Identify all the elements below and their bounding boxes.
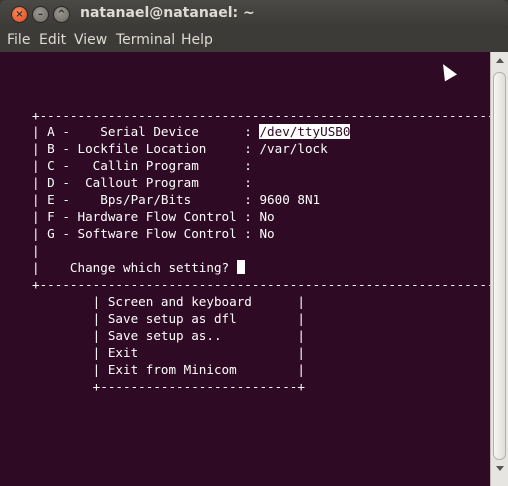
maximize-icon[interactable]: ^ bbox=[53, 6, 70, 23]
setting-callout-program: | D - Callout Program : bbox=[32, 175, 252, 190]
scroll-down-icon[interactable] bbox=[496, 466, 504, 471]
vertical-scrollbar[interactable] bbox=[490, 52, 508, 486]
setting-software-flow: | G - Software Flow Control : No bbox=[32, 226, 275, 241]
setting-serial-device: | A - Serial Device : /dev/ttyUSB0 bbox=[32, 123, 351, 140]
setting-bps-par-bits: | E - Bps/Par/Bits : 9600 8N1 bbox=[32, 192, 321, 207]
scroll-up-icon[interactable] bbox=[496, 58, 504, 63]
scrollbar-thumb[interactable] bbox=[493, 72, 506, 460]
change-setting-prompt[interactable]: | Change which setting? bbox=[32, 259, 245, 276]
menu-screen-keyboard[interactable]: | Screen and keyboard | bbox=[32, 293, 305, 310]
settings-blank-line: | bbox=[32, 243, 40, 258]
terminal-area[interactable]: +---------------------------------------… bbox=[2, 52, 508, 482]
menu-edit[interactable]: Edit bbox=[39, 32, 66, 48]
minimize-icon[interactable]: – bbox=[32, 6, 49, 23]
menu-bar: File Edit View Terminal Help bbox=[0, 28, 508, 52]
menu-bottom-border: +--------------------------+ bbox=[32, 379, 305, 394]
menu-terminal[interactable]: Terminal bbox=[116, 32, 175, 48]
window-title: natanael@natanael: ~ bbox=[80, 5, 255, 21]
serial-device-value: /dev/ttyUSB0 bbox=[259, 124, 351, 139]
close-icon[interactable]: × bbox=[11, 6, 28, 23]
settings-bottom-border: +---------------------------------------… bbox=[32, 277, 508, 292]
title-bar[interactable]: × – ^ natanael@natanael: ~ bbox=[0, 0, 508, 28]
menu-save-dfl[interactable]: | Save setup as dfl | bbox=[32, 310, 305, 327]
menu-view[interactable]: View bbox=[74, 32, 107, 48]
menu-exit-minicom[interactable]: | Exit from Minicom | bbox=[32, 361, 305, 378]
text-cursor bbox=[236, 260, 245, 274]
menu-help[interactable]: Help bbox=[181, 32, 213, 48]
setting-hardware-flow: | F - Hardware Flow Control : No bbox=[32, 209, 275, 224]
prompt-text: | Change which setting? bbox=[32, 260, 237, 275]
setting-lockfile-location: | B - Lockfile Location : /var/lock bbox=[32, 141, 328, 156]
setting-callin-program: | C - Callin Program : bbox=[32, 158, 252, 173]
menu-save-as[interactable]: | Save setup as.. | bbox=[32, 327, 305, 344]
terminal-window: × – ^ natanael@natanael: ~ File Edit Vie… bbox=[0, 0, 508, 486]
settings-top-border: +---------------------------------------… bbox=[32, 108, 508, 123]
menu-file[interactable]: File bbox=[7, 32, 30, 48]
setting-label: | A - Serial Device : bbox=[32, 124, 260, 139]
menu-exit[interactable]: | Exit | bbox=[32, 344, 305, 361]
